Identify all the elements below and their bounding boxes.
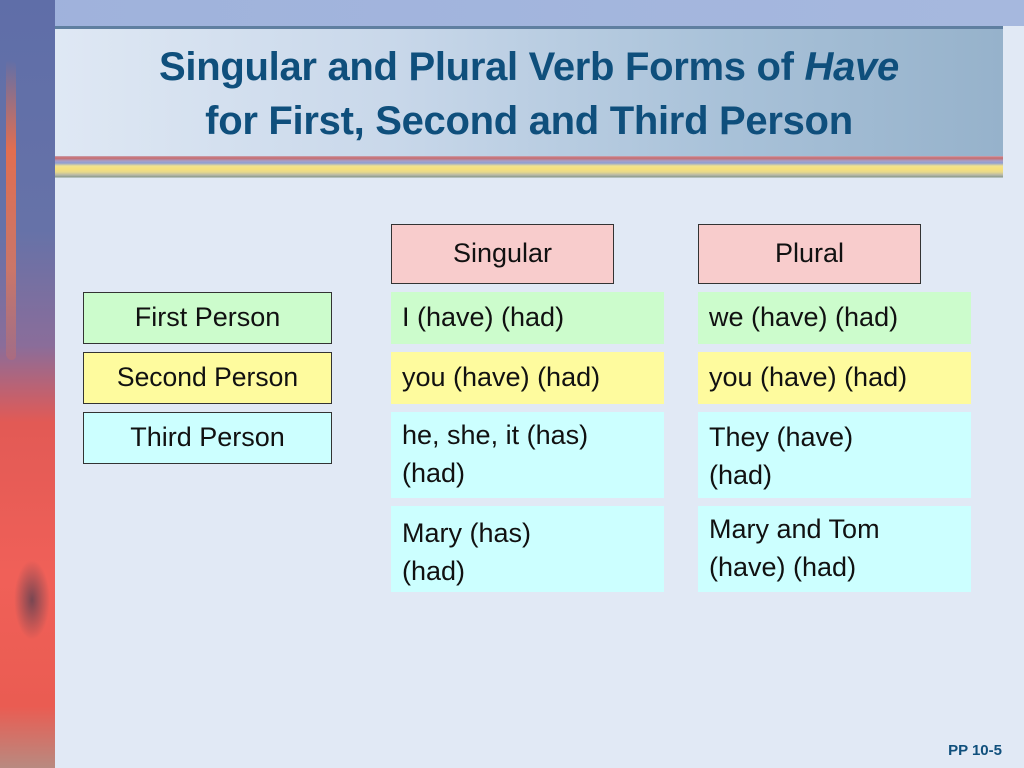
- left-decorative-strip: [0, 0, 55, 768]
- page-number: PP 10-5: [948, 742, 1002, 759]
- cell-line: (have) (had): [709, 552, 857, 582]
- cell-line: (had): [402, 556, 466, 586]
- title-decorative-rule: [55, 156, 1003, 178]
- cell-third-noun-singular: Mary (has) (had): [391, 506, 664, 592]
- cell-line: They (have): [709, 422, 854, 452]
- top-decorative-band: [0, 0, 1024, 26]
- column-header-singular: Singular: [391, 224, 614, 284]
- row-label-first-person: First Person: [83, 292, 332, 344]
- cell-second-singular: you (have) (had): [391, 352, 664, 404]
- cell-first-plural: we (have) (had): [698, 292, 971, 344]
- cell-third-singular: he, she, it (has) (had): [391, 412, 664, 498]
- row-label-third-person: Third Person: [83, 412, 332, 464]
- title-emphasis: Have: [804, 45, 900, 89]
- slide-title-line-1: Singular and Plural Verb Forms of Have: [55, 40, 1003, 94]
- cell-first-singular: I (have) (had): [391, 292, 664, 344]
- cell-third-noun-plural: Mary and Tom (have) (had): [698, 506, 971, 592]
- cell-third-plural: They (have) (had): [698, 412, 971, 498]
- cell-line: Mary and Tom: [709, 514, 880, 544]
- cell-second-plural: you (have) (had): [698, 352, 971, 404]
- title-text: Singular and Plural Verb Forms of: [159, 45, 805, 89]
- cell-line: Mary (has): [402, 518, 532, 548]
- column-header-plural: Plural: [698, 224, 921, 284]
- slide-title: Singular and Plural Verb Forms of Have f…: [55, 40, 1003, 148]
- row-label-second-person: Second Person: [83, 352, 332, 404]
- cell-line: (had): [402, 458, 466, 488]
- cell-line: he, she, it (has): [402, 420, 589, 450]
- slide-title-line-2: for First, Second and Third Person: [205, 99, 853, 143]
- cell-line: (had): [709, 460, 773, 490]
